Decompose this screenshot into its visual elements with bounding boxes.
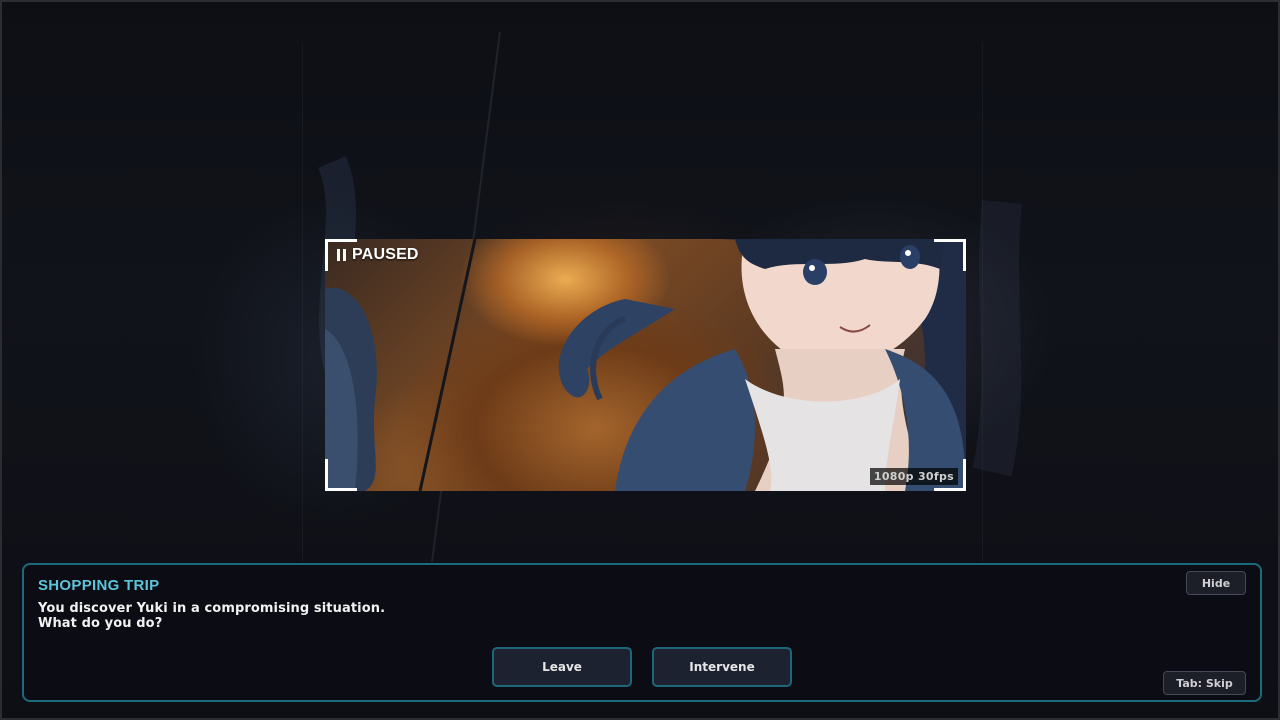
game-window: PAUSED 1080p 30fps SHOPPING TRIP You dis… <box>0 0 1280 720</box>
leave-button[interactable]: Leave <box>492 647 632 687</box>
paused-label: PAUSED <box>352 246 419 263</box>
choice-dialog: SHOPPING TRIP You discover Yuki in a com… <box>22 563 1262 702</box>
paused-indicator: PAUSED <box>337 246 419 264</box>
quality-badge: 1080p 30fps <box>869 468 958 485</box>
skip-button[interactable]: Tab: Skip <box>1163 671 1246 695</box>
intervene-button[interactable]: Intervene <box>652 647 792 687</box>
dialog-title: SHOPPING TRIP <box>38 577 160 594</box>
dialog-line-2: What do you do? <box>38 616 163 631</box>
hide-button[interactable]: Hide <box>1186 571 1246 595</box>
dialog-body: You discover Yuki in a compromising situ… <box>38 601 385 631</box>
frame-corner-bottom-left <box>325 459 357 491</box>
dialog-line-1: You discover Yuki in a compromising situ… <box>38 601 386 616</box>
video-panel[interactable]: PAUSED 1080p 30fps <box>325 239 966 491</box>
frame-corner-top-right <box>934 239 966 271</box>
pause-icon <box>337 248 346 262</box>
scene-illustration <box>325 239 966 491</box>
